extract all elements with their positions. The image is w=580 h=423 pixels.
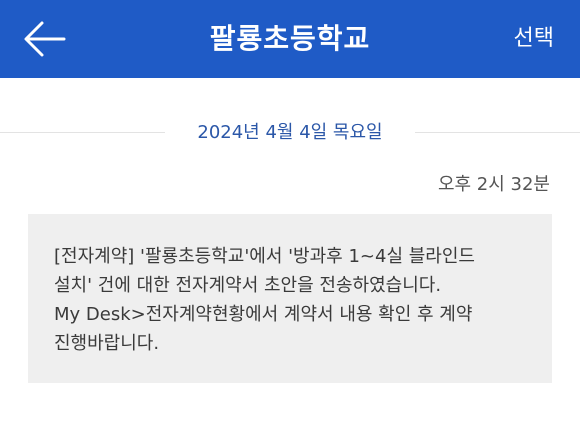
page-title: 팔룡초등학교 — [209, 22, 371, 55]
date-label: 2024년 4월 4일 목요일 — [197, 122, 383, 143]
message-line: 진행바랍니다. — [54, 333, 160, 354]
message-line: [전자계약] '팔룡초등학교'에서 '방과후 1~4실 블라인드 — [54, 246, 475, 267]
divider-line-left — [0, 132, 165, 133]
message-line: 설치' 건에 대한 전자계약서 초안을 전송하였습니다. — [54, 275, 442, 296]
app-bar: 팔룡초등학교 선택 — [0, 0, 580, 78]
divider-line-right — [415, 132, 580, 133]
message-line: My Desk>전자계약현황에서 계약서 내용 확인 후 계약 — [54, 304, 473, 325]
message-timestamp: 오후 2시 32분 — [437, 174, 550, 195]
select-button[interactable]: 선택 — [514, 0, 554, 78]
back-button[interactable] — [22, 17, 68, 61]
date-divider: 2024년 4월 4일 목요일 — [0, 118, 580, 148]
message-bubble: [전자계약] '팔룡초등학교'에서 '방과후 1~4실 블라인드 설치' 건에 … — [28, 214, 552, 383]
arrow-left-icon — [24, 21, 66, 57]
